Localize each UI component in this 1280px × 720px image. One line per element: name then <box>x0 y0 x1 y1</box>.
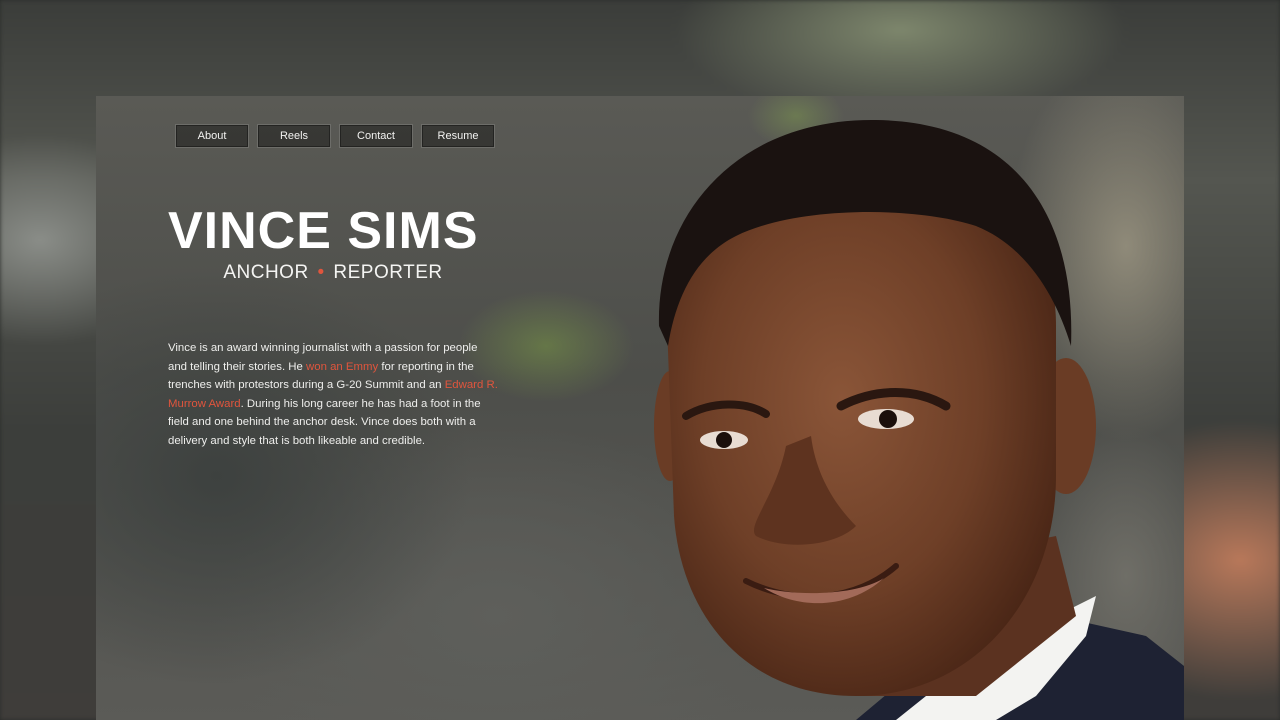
nav-about-button[interactable]: About <box>175 124 249 148</box>
hero-section: About Reels Contact Resume VINCE SIMS AN… <box>96 96 1184 720</box>
nav-reels-button[interactable]: Reels <box>257 124 331 148</box>
hero-name-heading: VINCE SIMS <box>168 202 479 260</box>
bio-paragraph: Vince is an award winning journalist wit… <box>168 339 498 450</box>
role-reporter-text: REPORTER <box>333 262 443 283</box>
role-separator-dot: • <box>317 262 325 283</box>
nav-contact-button[interactable]: Contact <box>339 124 413 148</box>
role-anchor-text: ANCHOR <box>223 262 309 283</box>
nav-resume-button[interactable]: Resume <box>421 124 495 148</box>
top-navigation: About Reels Contact Resume <box>175 124 495 148</box>
emmy-link[interactable]: won an Emmy <box>306 361 378 373</box>
hero-role-subtitle: ANCHOR • REPORTER <box>168 262 498 284</box>
